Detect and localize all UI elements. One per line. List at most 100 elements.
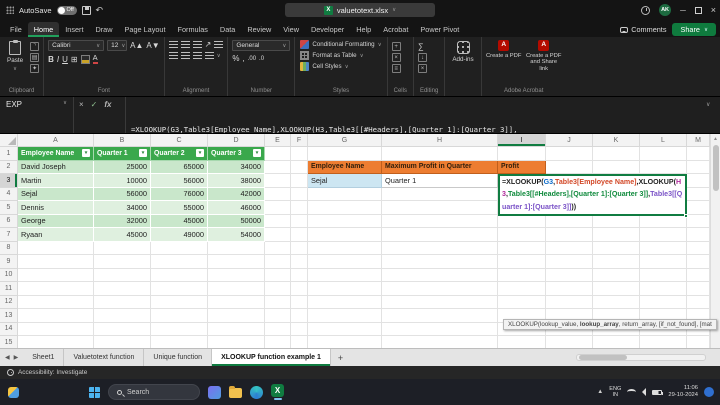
accessibility-status[interactable]: Accessibility: Investigate: [18, 369, 87, 376]
format-as-table-button[interactable]: Format as Table ∨: [299, 51, 382, 60]
grow-font-icon[interactable]: A▲: [130, 41, 143, 50]
cell-A7[interactable]: Ryaan: [18, 228, 94, 242]
fill-color-icon[interactable]: [81, 55, 90, 64]
cell-G13[interactable]: [308, 309, 382, 323]
file-explorer-icon[interactable]: [229, 388, 242, 398]
cell-C9[interactable]: [151, 255, 208, 269]
align-center-icon[interactable]: [181, 52, 190, 60]
cell-C3[interactable]: 56000: [151, 174, 208, 188]
name-box[interactable]: EXP ∨: [0, 97, 74, 133]
column-header-H[interactable]: H: [382, 134, 498, 147]
cell-G4[interactable]: [308, 188, 382, 202]
cell-F4[interactable]: [291, 188, 308, 202]
row-header-10[interactable]: 10: [0, 269, 18, 283]
version-history-icon[interactable]: [641, 6, 650, 15]
undo-icon[interactable]: ↶: [96, 6, 104, 15]
merge-center-icon[interactable]: [205, 52, 214, 60]
cell-L1[interactable]: [640, 147, 687, 161]
cell-E2[interactable]: [265, 161, 291, 175]
cell-I7[interactable]: [498, 228, 546, 242]
cell-I1[interactable]: [498, 147, 546, 161]
cell-E9[interactable]: [265, 255, 291, 269]
notification-badge[interactable]: [704, 387, 714, 397]
cell-K7[interactable]: [593, 228, 640, 242]
borders-icon[interactable]: ⊞: [71, 55, 78, 64]
cell-F13[interactable]: [291, 309, 308, 323]
ribbon-tab-view[interactable]: View: [277, 22, 305, 37]
cell-H8[interactable]: [382, 242, 498, 256]
insert-function-button[interactable]: fx: [104, 100, 111, 130]
cell-B12[interactable]: [94, 296, 151, 310]
cell-L6[interactable]: [640, 215, 687, 229]
sheet-tab[interactable]: Sheet1: [23, 349, 64, 366]
taskbar-clock[interactable]: 11:0629-10-2024: [668, 385, 698, 398]
cell-H11[interactable]: [382, 282, 498, 296]
ribbon-tab-acrobat[interactable]: Acrobat: [377, 22, 414, 37]
cell-E5[interactable]: [265, 201, 291, 215]
cell-H4[interactable]: [382, 188, 498, 202]
cell-H6[interactable]: [382, 215, 498, 229]
scrollbar-thumb[interactable]: [713, 145, 719, 191]
font-name-select[interactable]: Calibri∨: [48, 40, 104, 51]
fill-handle[interactable]: [684, 214, 688, 218]
cell-A10[interactable]: [18, 269, 94, 283]
sheet-tab[interactable]: Unique function: [144, 349, 212, 366]
cell-G9[interactable]: [308, 255, 382, 269]
cell-J8[interactable]: [546, 242, 593, 256]
cell-G11[interactable]: [308, 282, 382, 296]
row-header-11[interactable]: 11: [0, 282, 18, 296]
cell-M9[interactable]: [687, 255, 710, 269]
cell-D13[interactable]: [208, 309, 265, 323]
cell-E11[interactable]: [265, 282, 291, 296]
sheet-nav-left-icon[interactable]: ◀: [5, 354, 10, 361]
cell-J7[interactable]: [546, 228, 593, 242]
scroll-up-icon[interactable]: ▲: [711, 134, 720, 144]
filter-button[interactable]: ▾: [139, 149, 147, 157]
cell-E1[interactable]: [265, 147, 291, 161]
cell-F7[interactable]: [291, 228, 308, 242]
cell-B9[interactable]: [94, 255, 151, 269]
column-header-F[interactable]: F: [291, 134, 308, 147]
column-header-E[interactable]: E: [265, 134, 291, 147]
orientation-icon[interactable]: ↗: [205, 40, 212, 49]
ribbon-tab-draw[interactable]: Draw: [89, 22, 118, 37]
row-header-9[interactable]: 9: [0, 255, 18, 269]
column-header-G[interactable]: G: [308, 134, 382, 147]
comments-button[interactable]: Comments: [620, 25, 666, 34]
cell-A4[interactable]: Sejal: [18, 188, 94, 202]
bold-button[interactable]: B: [48, 55, 54, 64]
ribbon-tab-power-pivot[interactable]: Power Pivot: [414, 22, 465, 37]
wrap-text-icon[interactable]: [214, 41, 223, 49]
percent-style-icon[interactable]: %: [232, 54, 239, 63]
row-header-15[interactable]: 15: [0, 336, 18, 348]
cell-B5[interactable]: 34000: [94, 201, 151, 215]
cell-A6[interactable]: George: [18, 215, 94, 229]
cell-F5[interactable]: [291, 201, 308, 215]
cell-B3[interactable]: 10000: [94, 174, 151, 188]
cell-I15[interactable]: [498, 336, 546, 348]
cell-I9[interactable]: [498, 255, 546, 269]
cell-J2[interactable]: [546, 161, 593, 175]
row-header-4[interactable]: 4: [0, 188, 18, 202]
cell-B4[interactable]: 56000: [94, 188, 151, 202]
cell-B15[interactable]: [94, 336, 151, 348]
cell-M12[interactable]: [687, 296, 710, 310]
cell-D11[interactable]: [208, 282, 265, 296]
clear-icon[interactable]: ×: [418, 64, 427, 73]
language-indicator[interactable]: ENGIN: [609, 386, 621, 398]
paste-button[interactable]: Paste ∨: [4, 40, 26, 73]
cell-J15[interactable]: [546, 336, 593, 348]
italic-button[interactable]: I: [57, 55, 59, 64]
cell-D3[interactable]: 38000: [208, 174, 265, 188]
cell-C11[interactable]: [151, 282, 208, 296]
cell-I6[interactable]: [498, 215, 546, 229]
ribbon-tab-help[interactable]: Help: [350, 22, 377, 37]
cell-B13[interactable]: [94, 309, 151, 323]
column-header-A[interactable]: A: [18, 134, 94, 147]
cell-L11[interactable]: [640, 282, 687, 296]
ribbon-tab-page-layout[interactable]: Page Layout: [119, 22, 172, 37]
cell-M1[interactable]: [687, 147, 710, 161]
minimize-button[interactable]: ─: [680, 6, 686, 15]
column-header-C[interactable]: C: [151, 134, 208, 147]
sheet-tab[interactable]: Valuetotext function: [64, 349, 144, 366]
